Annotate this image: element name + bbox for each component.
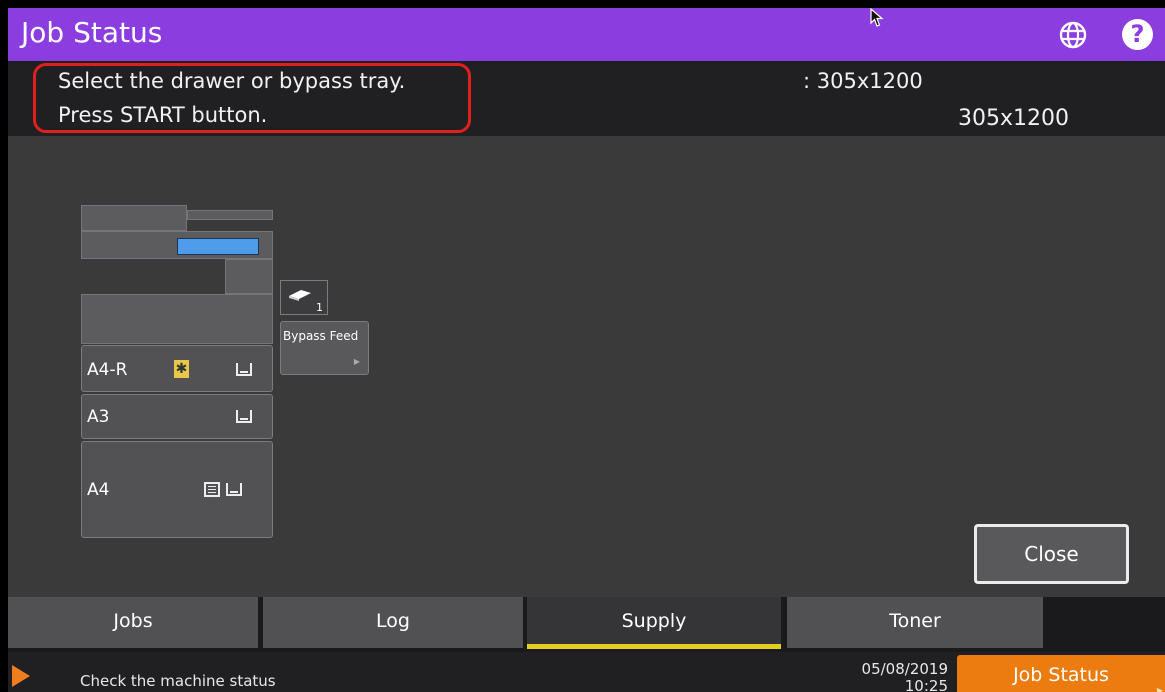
job-status-screen: Job Status ? Select the drawer or bypass… (8, 8, 1165, 692)
paper-size-label: : 305x1200 (803, 69, 923, 93)
page-title: Job Status (21, 16, 163, 49)
bypass-paper-icon: 1 (280, 280, 328, 315)
printer-output-tray (225, 259, 273, 294)
status-bar: Check the machine status 05/08/2019 10:2… (8, 652, 1165, 692)
date-time: 05/08/2019 10:25 (828, 661, 948, 692)
globe-icon[interactable] (1058, 20, 1088, 50)
instruction-line-1: Select the drawer or bypass tray. (58, 69, 406, 93)
drawer-label: A4 (87, 480, 110, 500)
drawer-label: A4-R (87, 360, 128, 380)
drawer-1[interactable]: A4-R ✱ (81, 345, 273, 392)
mouse-cursor-icon (870, 8, 884, 27)
help-icon[interactable]: ? (1122, 19, 1153, 50)
tab-bar: Jobs Log Supply Toner (8, 597, 1165, 652)
title-bar: Job Status ? (8, 8, 1165, 61)
bypass-count: 1 (316, 301, 323, 314)
status-play-icon[interactable] (12, 665, 30, 687)
printer-scanner-lid (81, 205, 187, 231)
tab-log[interactable]: Log (263, 597, 523, 648)
printer-display (177, 238, 259, 255)
tab-toner[interactable]: Toner (787, 597, 1043, 648)
drawer-label: A3 (87, 407, 110, 427)
paper-tray-icon (236, 410, 252, 423)
play-arrow-icon: ▶ (353, 357, 360, 366)
bypass-feed-button[interactable]: Bypass Feed ▶ (280, 321, 369, 375)
paper-sheet-icon (289, 290, 311, 301)
message-bar: Select the drawer or bypass tray. Press … (8, 61, 1165, 136)
tab-jobs[interactable]: Jobs (8, 597, 258, 648)
bypass-feed-label: Bypass Feed (283, 329, 359, 343)
job-status-button[interactable]: Job Status ▶ (957, 655, 1165, 692)
selected-drawer-icon: ✱ (174, 360, 189, 378)
time: 10:25 (904, 677, 948, 692)
job-status-label: Job Status (1013, 664, 1109, 686)
close-button[interactable]: Close (974, 524, 1129, 584)
drawer-2[interactable]: A3 (81, 394, 273, 439)
paper-tray-icon (226, 483, 242, 496)
tab-supply[interactable]: Supply (527, 597, 781, 649)
status-message: Check the machine status (80, 672, 276, 690)
printer-body (81, 294, 273, 344)
drawer-3[interactable]: A4 (81, 441, 273, 538)
paper-stack-icon (204, 482, 220, 497)
paper-tray-icon (236, 363, 252, 376)
play-arrow-icon: ▶ (1156, 686, 1163, 692)
date: 05/08/2019 (861, 660, 948, 678)
paper-size-value: 305x1200 (958, 106, 1069, 131)
instruction-line-2: Press START button. (58, 103, 268, 127)
printer-document-feeder (187, 210, 273, 220)
